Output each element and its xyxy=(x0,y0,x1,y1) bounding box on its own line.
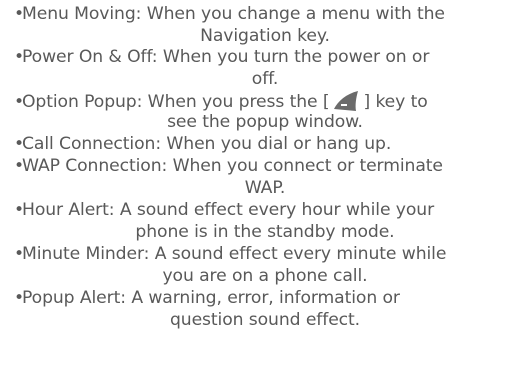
item-description: When you change a menu with the xyxy=(146,4,445,24)
term-separator: : xyxy=(151,47,163,67)
sound-effects-list: •Menu Moving: When you change a menu wit… xyxy=(0,0,530,386)
item-term: Call Connection xyxy=(22,134,156,154)
item-term: Minute Minder xyxy=(22,244,144,264)
term-separator: : xyxy=(155,134,167,154)
bullet: • xyxy=(14,244,25,264)
item-description: A sound effect every minute while xyxy=(154,244,447,264)
bullet: • xyxy=(14,47,25,67)
bullet: • xyxy=(14,92,25,112)
term-separator: : xyxy=(143,244,155,264)
list-item-continuation: question sound effect. xyxy=(0,310,530,330)
item-description-cont: see the popup window. xyxy=(167,112,363,132)
list-item-continuation: see the popup window. xyxy=(0,112,530,132)
item-description-cont: phone is in the standby mode. xyxy=(135,222,395,242)
list-item-continuation: off. xyxy=(0,69,530,89)
term-separator: : xyxy=(120,288,132,308)
item-description: A sound effect every hour while your xyxy=(119,200,435,220)
item-description-cont: Navigation key. xyxy=(200,26,330,46)
item-description: ] key to xyxy=(363,92,428,112)
bullet: • xyxy=(14,4,25,24)
item-description: A warning, error, information or xyxy=(131,288,400,308)
list-item-continuation: Navigation key. xyxy=(0,26,530,46)
item-description-cont: off. xyxy=(251,69,279,89)
bullet: • xyxy=(14,200,25,220)
item-term: Option Popup xyxy=(22,92,137,112)
list-item-continuation: WAP. xyxy=(0,178,530,198)
item-description-cont: you are on a phone call. xyxy=(162,266,368,286)
list-item-continuation: you are on a phone call. xyxy=(0,266,530,286)
item-description-cont: WAP. xyxy=(244,178,286,198)
list-item-continuation: phone is in the standby mode. xyxy=(0,222,530,242)
list-item: •Menu Moving: When you change a menu wit… xyxy=(14,4,530,24)
item-description: When you press the [ xyxy=(147,92,330,112)
list-item: •Call Connection: When you dial or hang … xyxy=(14,134,530,154)
list-item: •Hour Alert: A sound effect every hour w… xyxy=(14,200,530,220)
item-term: Popup Alert xyxy=(22,288,121,308)
item-term: Hour Alert xyxy=(22,200,109,220)
item-description: When you dial or hang up. xyxy=(166,134,392,154)
item-term: Power On & Off xyxy=(22,47,152,67)
list-item: •Popup Alert: A warning, error, informat… xyxy=(14,288,530,308)
list-item: •Minute Minder: A sound effect every min… xyxy=(14,244,530,264)
list-item: •Power On & Off: When you turn the power… xyxy=(14,47,530,67)
bullet: • xyxy=(14,288,25,308)
item-description: When you turn the power on or xyxy=(162,47,430,67)
item-term: Menu Moving xyxy=(22,4,136,24)
left-soft-key-icon xyxy=(331,90,361,112)
bullet: • xyxy=(14,134,25,154)
term-separator: : xyxy=(136,92,148,112)
item-term: WAP Connection xyxy=(22,156,162,176)
term-separator: : xyxy=(108,200,120,220)
list-item: •Option Popup: When you press the [ ] ke… xyxy=(14,90,530,112)
term-separator: : xyxy=(135,4,147,24)
term-separator: : xyxy=(161,156,173,176)
item-description-cont: question sound effect. xyxy=(169,310,361,330)
list-item: •WAP Connection: When you connect or ter… xyxy=(14,156,530,176)
bullet: • xyxy=(14,156,25,176)
item-description: When you connect or terminate xyxy=(172,156,443,176)
